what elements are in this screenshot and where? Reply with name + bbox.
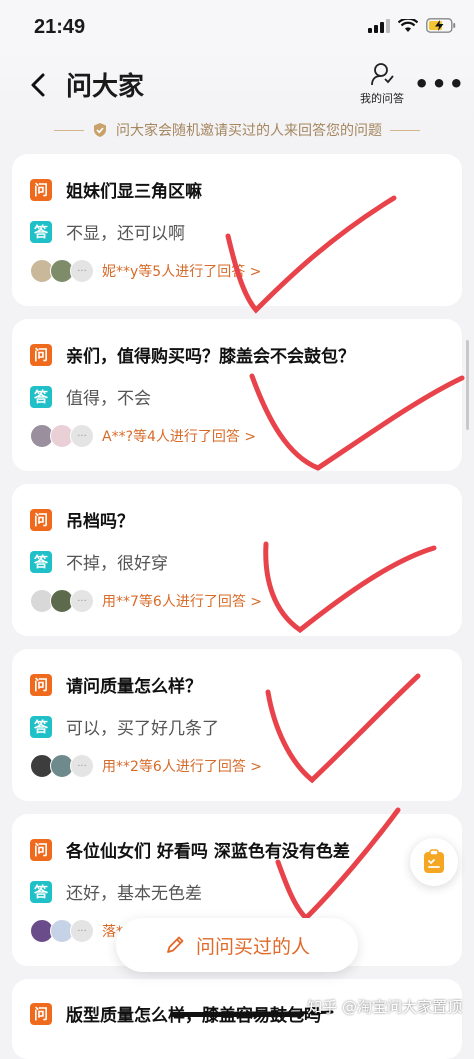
- answerers-link[interactable]: 妮**y等5人进行了回答 >: [102, 261, 261, 281]
- answer-badge: 答: [30, 880, 52, 903]
- answerers-row[interactable]: ··· 用**7等6人进行了回答 >: [30, 589, 262, 613]
- signal-icon: [368, 18, 390, 33]
- status-bar: 21:49: [0, 0, 474, 50]
- question-badge: 问: [30, 343, 52, 366]
- question-badge: 问: [30, 178, 52, 201]
- qa-card[interactable]: 问 吊档吗？ 答 不掉，很好穿 ··· 用**7等6人进行了回答 >: [12, 484, 462, 636]
- nav-header: 问大家 我的问答 •••: [0, 50, 474, 120]
- answer-text: 不掉，很好穿: [66, 554, 168, 574]
- more-avatars-icon: ···: [70, 754, 94, 778]
- answer-badge: 答: [30, 550, 52, 573]
- qa-card[interactable]: 问 版型质量怎么样，膝盖容易鼓包吗: [12, 979, 462, 1059]
- back-arrow-icon[interactable]: [26, 72, 52, 98]
- clipboard-icon: [424, 849, 444, 873]
- more-avatars-icon: ···: [70, 424, 94, 448]
- answerers-link[interactable]: A**?等4人进行了回答 >: [102, 426, 256, 446]
- answerers-row[interactable]: ··· A**?等4人进行了回答 >: [30, 424, 256, 448]
- watermark-text: 知乎 @淘宝问大家置顶: [307, 998, 462, 1016]
- answer-text: 还好，基本无色差: [66, 884, 202, 904]
- answerers-link[interactable]: 用**7等6人进行了回答 >: [102, 591, 262, 611]
- answer-text: 可以，买了好几条了: [66, 719, 219, 739]
- user-question-icon: [371, 63, 394, 86]
- verified-shield-icon: [94, 123, 106, 137]
- answerers-row[interactable]: ··· 用**2等6人进行了回答 >: [30, 754, 262, 778]
- answerers-row[interactable]: ··· 妮**y等5人进行了回答 >: [30, 259, 261, 283]
- question-row: 问 各位仙女们 好看吗 深蓝色有没有色差: [30, 837, 350, 862]
- status-time: 21:49: [34, 16, 86, 38]
- answer-badge: 答: [30, 385, 52, 408]
- answer-row: 答 值得，不会: [30, 384, 151, 409]
- qa-card[interactable]: 问 姐妹们显三角区嘛 答 不显，还可以啊 ··· 妮**y等5人进行了回答 >: [12, 154, 462, 306]
- answer-row: 答 不显，还可以啊: [30, 219, 185, 244]
- avatar-stack: ···: [30, 589, 94, 613]
- avatar-stack: ···: [30, 754, 94, 778]
- scrollbar[interactable]: [466, 340, 469, 430]
- avatar-stack: ···: [30, 919, 94, 943]
- question-text: 各位仙女们 好看吗 深蓝色有没有色差: [66, 842, 350, 862]
- status-icons: [368, 18, 456, 33]
- answer-badge: 答: [30, 220, 52, 243]
- avatar-stack: ···: [30, 259, 94, 283]
- wifi-icon: [398, 18, 418, 32]
- question-row: 问 姐妹们显三角区嘛: [30, 177, 202, 202]
- notice-text: 问大家会随机邀请买过的人来回答您的问题: [116, 123, 382, 139]
- my-questions-label: 我的问答: [360, 92, 404, 105]
- clipboard-float-button[interactable]: [410, 838, 458, 886]
- question-badge: 问: [30, 673, 52, 696]
- pencil-icon: [167, 936, 184, 953]
- my-questions-button[interactable]: 我的问答: [356, 62, 408, 106]
- question-text: 请问质量怎么样？: [66, 677, 202, 697]
- question-badge: 问: [30, 1002, 52, 1025]
- answer-row: 答 可以，买了好几条了: [30, 714, 219, 739]
- more-avatars-icon: ···: [70, 919, 94, 943]
- question-row: 问 请问质量怎么样？: [30, 672, 202, 697]
- question-row: 问 吊档吗？: [30, 507, 134, 532]
- page-title: 问大家: [66, 72, 145, 102]
- question-badge: 问: [30, 838, 52, 861]
- question-badge: 问: [30, 508, 52, 531]
- battery-charging-icon: [426, 18, 456, 33]
- answerers-link[interactable]: 用**2等6人进行了回答 >: [102, 756, 262, 776]
- invite-notice: 问大家会随机邀请买过的人来回答您的问题: [0, 118, 474, 142]
- more-options-icon[interactable]: •••: [414, 70, 466, 98]
- question-text: 姐妹们显三角区嘛: [66, 182, 202, 202]
- question-text: 亲们，值得购买吗？膝盖会不会鼓包？: [66, 347, 355, 367]
- home-indicator[interactable]: [170, 1012, 304, 1017]
- notice-divider-left: [54, 129, 84, 131]
- answer-badge: 答: [30, 715, 52, 738]
- qa-card[interactable]: 问 请问质量怎么样？ 答 可以，买了好几条了 ··· 用**2等6人进行了回答 …: [12, 649, 462, 801]
- question-text: 吊档吗？: [66, 512, 134, 532]
- more-avatars-icon: ···: [70, 259, 94, 283]
- more-avatars-icon: ···: [70, 589, 94, 613]
- answerers-row[interactable]: ··· 落**: [30, 919, 130, 943]
- answer-text: 值得，不会: [66, 389, 151, 409]
- answer-text: 不显，还可以啊: [66, 224, 185, 244]
- answer-row: 答 不掉，很好穿: [30, 549, 168, 574]
- qa-card[interactable]: 问 亲们，值得购买吗？膝盖会不会鼓包？ 答 值得，不会 ··· A**?等4人进…: [12, 319, 462, 471]
- avatar-stack: ···: [30, 424, 94, 448]
- notice-divider-right: [390, 129, 420, 131]
- question-row: 问 亲们，值得购买吗？膝盖会不会鼓包？: [30, 342, 355, 367]
- answer-row: 答 还好，基本无色差: [30, 879, 202, 904]
- ask-buyers-label: 问问买过的人: [195, 935, 310, 958]
- ask-buyers-button[interactable]: 问问买过的人: [116, 918, 358, 972]
